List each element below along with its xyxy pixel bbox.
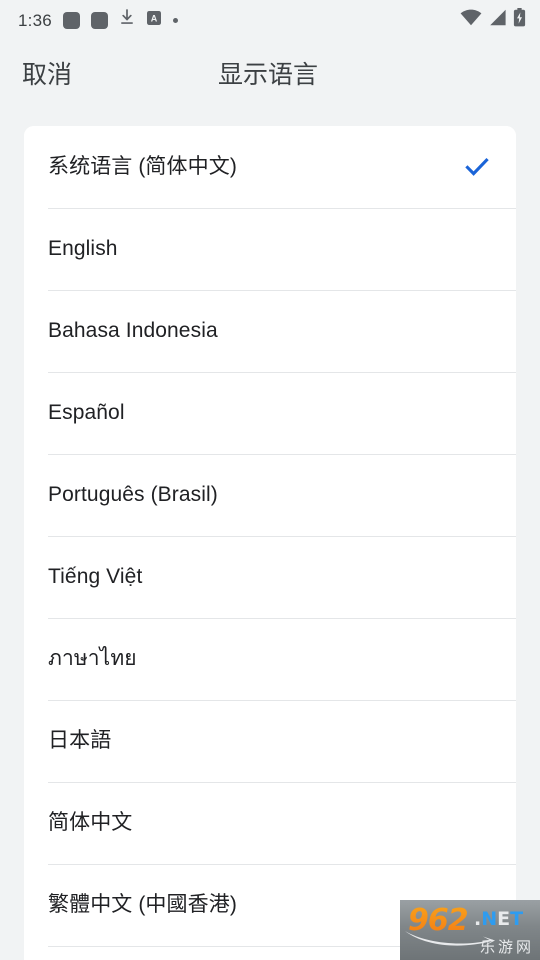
list-item-label: Español xyxy=(48,400,125,424)
list-item-system-language[interactable]: 系统语言 (简体中文) xyxy=(24,126,516,208)
download-icon xyxy=(119,9,135,31)
language-list-card: 系统语言 (简体中文) English Bahasa Indonesia Esp… xyxy=(24,126,516,960)
page-title: 显示语言 xyxy=(218,61,319,89)
list-item-label: Português (Brasil) xyxy=(48,482,218,506)
status-bar-left: 1:36 A xyxy=(18,9,178,31)
list-item-label: 日本語 xyxy=(48,728,112,752)
list-item-label: 简体中文 xyxy=(48,810,133,834)
list-item-thai[interactable]: ภาษาไทย xyxy=(24,618,516,700)
list-item-label: English xyxy=(48,236,118,260)
more-notifications-icon xyxy=(172,17,178,23)
status-bar-right xyxy=(460,8,526,32)
svg-text:A: A xyxy=(151,13,158,23)
battery-charging-icon xyxy=(513,8,526,32)
list-item-tieng-viet[interactable]: Tiếng Việt xyxy=(24,536,516,618)
app-header: 取消 显示语言 xyxy=(0,40,540,126)
wifi-icon xyxy=(460,9,482,31)
list-item-bahasa-indonesia[interactable]: Bahasa Indonesia xyxy=(24,290,516,372)
list-item-label: 繁體中文 (中國香港) xyxy=(48,892,237,916)
list-item-traditional-chinese-hk[interactable]: 繁體中文 (中國香港) xyxy=(24,864,516,946)
list-item-espanol[interactable]: Español xyxy=(24,372,516,454)
list-item-simplified-chinese[interactable]: 简体中文 xyxy=(24,782,516,864)
status-clock: 1:36 xyxy=(18,10,52,30)
list-item-label: ภาษาไทย xyxy=(48,646,137,670)
status-bar: 1:36 A xyxy=(0,0,540,40)
check-icon xyxy=(464,154,490,180)
list-item-label: Tiếng Việt xyxy=(48,564,143,588)
cancel-button[interactable]: 取消 xyxy=(22,60,72,90)
list-item-english[interactable]: English xyxy=(24,208,516,290)
list-item-portugues-brasil[interactable]: Português (Brasil) xyxy=(24,454,516,536)
app-notification-icon-1 xyxy=(62,11,80,29)
list-item-label: Bahasa Indonesia xyxy=(48,318,218,342)
app-notification-icon-2 xyxy=(90,11,108,29)
list-item-next-partial[interactable] xyxy=(24,946,516,960)
list-item-japanese[interactable]: 日本語 xyxy=(24,700,516,782)
translate-icon: A xyxy=(146,10,162,31)
list-item-label: 系统语言 (简体中文) xyxy=(48,154,237,178)
cellular-signal-icon xyxy=(488,9,507,31)
